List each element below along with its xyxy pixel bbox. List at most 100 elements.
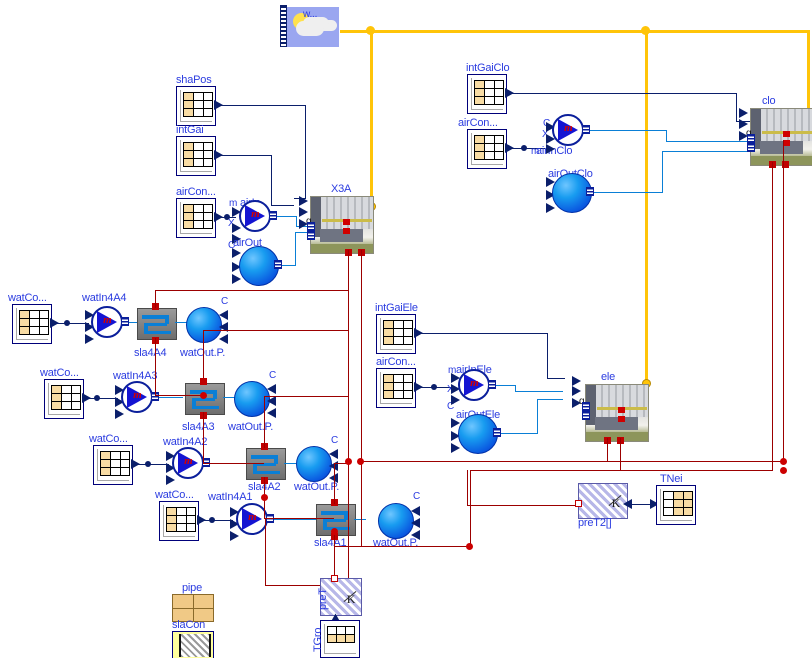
intgaiele-table[interactable]: [376, 314, 416, 354]
pret2-label: preT2[]: [578, 517, 612, 529]
slacon-label: slaCon: [172, 619, 206, 631]
airinclo-mass-flow-source[interactable]: m: [552, 114, 584, 146]
aircon-ele-table[interactable]: [376, 368, 416, 408]
intgai-label: intGai: [176, 124, 204, 136]
slab-pipe-icon: [253, 470, 281, 475]
watcon-4a1-table[interactable]: [159, 501, 199, 541]
bus-junction-x3a: [366, 26, 375, 35]
airinele-mass-flow-source[interactable]: m: [458, 369, 490, 401]
wire-heat-bus-463: [361, 461, 785, 462]
clo-room-block[interactable]: [750, 108, 812, 166]
watin-4a3-mass-flow-source[interactable]: m: [121, 381, 153, 413]
wire-heat-rail-4a2-down: [265, 518, 266, 585]
wire-heat-pret2-feed: [467, 505, 579, 506]
airin-fluid-port: [269, 211, 277, 220]
clo-input-1: [739, 108, 748, 118]
room-desk: [594, 417, 639, 430]
x3a-fluid-port-b: [307, 231, 315, 240]
sla4a3-block[interactable]: [185, 383, 225, 415]
watout-4a3-port-c: C: [269, 370, 277, 381]
wire-shapos-to-x3a: [220, 105, 306, 106]
room-heat-marker-1: [618, 407, 626, 414]
modelica-diagram-canvas: w... shaPos intGai airCon... m X C m air…: [0, 0, 812, 658]
pump-mdot-label: m: [470, 377, 479, 390]
pump-mdot-label: m: [248, 511, 257, 524]
watout-4a4-inlet-3: [219, 334, 228, 344]
watout-4a1-boundary[interactable]: [378, 503, 414, 539]
watin-4a4-mass-flow-source[interactable]: m: [91, 306, 123, 338]
ele-room-block[interactable]: [585, 384, 649, 442]
airout-fluid-port: [274, 260, 282, 269]
wire-heat-clo-to-left: [470, 470, 471, 547]
pipe-label: pipe: [182, 582, 202, 594]
wire-airin-v: [296, 216, 297, 226]
watcon-4a1-label: watCo...: [155, 489, 194, 501]
slacon-record-block[interactable]: [172, 631, 214, 658]
airoutele-boundary[interactable]: [458, 414, 498, 454]
airout-inlet-p: [232, 248, 241, 258]
watin-4a2-mass-flow-source[interactable]: m: [172, 447, 204, 479]
airout-boundary[interactable]: [239, 246, 279, 286]
aircon-x3a-table[interactable]: [176, 198, 216, 238]
x3a-room-block[interactable]: [310, 196, 374, 254]
pret2-block[interactable]: K: [578, 483, 628, 519]
pump-mdot-label: m: [133, 389, 142, 402]
wire-airinclo-to-clo: [666, 141, 756, 142]
wire-airoutclo-h: [594, 192, 663, 193]
pump-mdot-label: m: [251, 208, 260, 221]
room-desk: [319, 229, 364, 242]
room-heat-marker-1: [783, 131, 791, 138]
slab-pipe-icon: [192, 405, 220, 410]
wire-sla4a1-to-watout: [354, 519, 366, 520]
pipe-record-block[interactable]: [172, 594, 214, 622]
intgaiele-label: intGaiEle: [375, 302, 418, 314]
wire-airoutele-h: [501, 433, 538, 434]
room-desk: [759, 141, 804, 154]
intgai-table[interactable]: [176, 136, 216, 176]
airinele-fluid-port: [488, 380, 496, 389]
wire-airin-to-x3a: [277, 216, 297, 217]
signal-junction-4a2: [145, 461, 151, 467]
sla4a4-block[interactable]: [137, 308, 177, 340]
table-grid-icon: [383, 374, 413, 399]
watout-4a1-port-c: C: [413, 491, 421, 502]
shapos-label: shaPos: [176, 74, 212, 86]
wire-intgai-v: [271, 155, 272, 205]
watout-4a3-inlet-3: [267, 408, 276, 418]
wire-watcon-4a3: [88, 398, 118, 399]
shapos-table[interactable]: [176, 86, 216, 126]
wire-heat-sla4a2-up: [264, 396, 265, 448]
watout-4a1-inlet-2: [411, 518, 420, 528]
watout-4a3-inlet-2: [267, 396, 276, 406]
wire-airout-v: [295, 232, 296, 265]
wire-weather-bus-ele: [645, 30, 648, 382]
watcon-4a3-table[interactable]: [44, 379, 84, 419]
watout-4a4-boundary[interactable]: [186, 307, 222, 343]
aircon-ele-label: airCon...: [376, 356, 416, 368]
intgaiclo-table[interactable]: [467, 74, 507, 114]
watcon-4a4-table[interactable]: [12, 304, 52, 344]
heat-junction-bus-463: [357, 458, 364, 465]
heat-junction-4a2: [261, 494, 268, 501]
aircon-clo-table[interactable]: [467, 129, 507, 169]
watout-4a1-inlet-3: [411, 530, 420, 540]
wire-airinclo-v: [666, 130, 667, 141]
watout-4a2-boundary[interactable]: [296, 446, 332, 482]
tgro-table[interactable]: [320, 620, 360, 658]
sla4a3-heat-top: [200, 378, 207, 385]
tgro-label: TGro: [312, 627, 324, 652]
room-heat-marker-2: [343, 228, 351, 235]
wire-intgai-h: [220, 155, 272, 156]
ele-fluid-port-a: [582, 402, 590, 411]
airoutclo-inlet-3: [546, 203, 555, 213]
airin-mass-flow-source[interactable]: m: [239, 200, 271, 232]
table-grid-icon: [474, 135, 504, 160]
watout-4a2-port-c: C: [331, 435, 339, 446]
watcon-4a2-table[interactable]: [93, 445, 133, 485]
wire-intgaiele-v: [547, 333, 548, 378]
sla4a2-block[interactable]: [246, 448, 286, 480]
heat-junction-4a1-rail: [466, 543, 473, 550]
room-heat-marker-2: [618, 416, 626, 423]
tnei-table[interactable]: [656, 485, 696, 525]
slab-pipe-icon: [144, 330, 172, 335]
